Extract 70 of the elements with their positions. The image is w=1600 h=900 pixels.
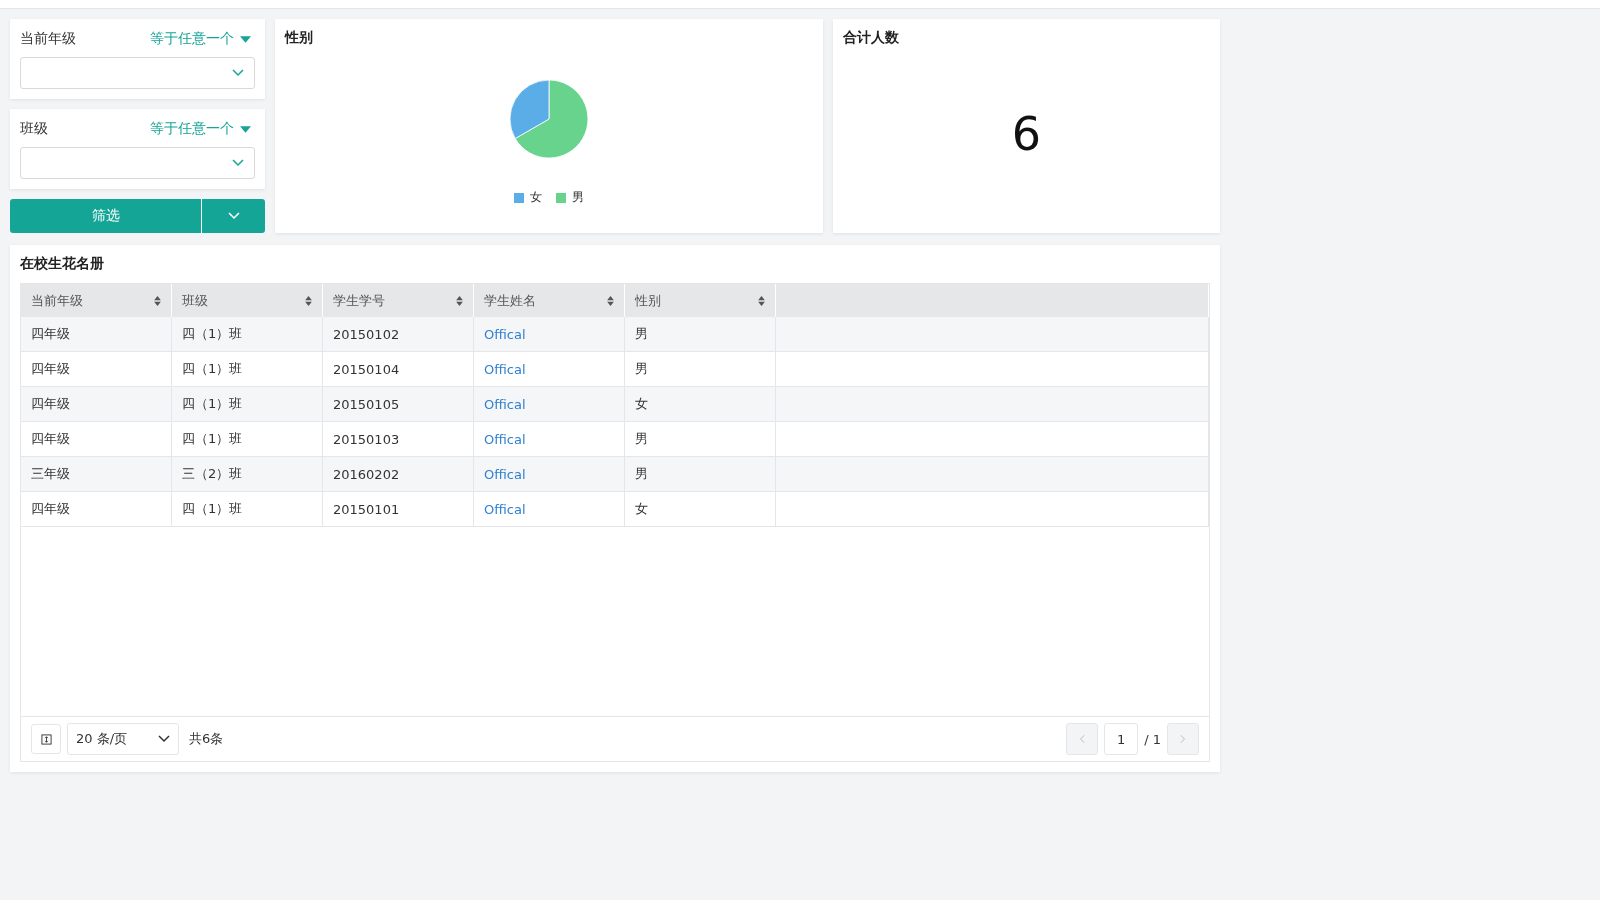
table-cell: 20150105 — [333, 396, 400, 412]
total-records: 共6条 — [189, 730, 224, 748]
legend-label: 女 — [530, 189, 542, 206]
dropdown-button[interactable] — [201, 199, 265, 233]
student-name-link[interactable]: Offical — [484, 501, 526, 517]
table-cell: 三年级 — [31, 466, 70, 481]
table-cell: 女 — [635, 396, 648, 411]
student-name-link[interactable]: Offical — [484, 431, 526, 447]
table-cell: 男 — [635, 326, 648, 341]
previous-page-button[interactable] — [1066, 723, 1099, 755]
table-cell: 四（1）班 — [182, 326, 243, 341]
sort-icon — [456, 295, 463, 306]
card-title: 合计人数 — [843, 29, 900, 47]
table-cell: 20150102 — [333, 326, 400, 342]
table-cell: 20150104 — [333, 361, 400, 377]
table-cell: 四（1）班 — [182, 396, 243, 411]
chart-title: 性别 — [285, 29, 313, 47]
page-size-select[interactable]: 20 条/页 — [67, 723, 179, 755]
column-header[interactable]: 性别 — [624, 284, 776, 317]
table-cell: 男 — [635, 361, 648, 376]
page-input[interactable]: 1 — [1104, 723, 1139, 755]
table-cell: 男 — [635, 466, 648, 481]
column-toggle-button[interactable] — [31, 724, 61, 754]
student-name-link[interactable]: Offical — [484, 326, 526, 342]
table-cell: 三（2）班 — [182, 466, 243, 481]
table-cell: 四年级 — [31, 361, 70, 376]
legend-label: 男 — [572, 189, 584, 206]
sort-icon — [154, 295, 161, 306]
next-page-button[interactable] — [1167, 723, 1199, 755]
table-title: 在校生花名册 — [20, 255, 105, 273]
sort-icon — [305, 295, 312, 306]
table-cell: 20160202 — [333, 466, 400, 482]
chevron-right-icon — [1180, 734, 1186, 744]
column-header[interactable]: 学生姓名 — [473, 284, 625, 317]
chevron-down-icon — [158, 735, 170, 743]
chevron-down-icon — [232, 159, 244, 167]
operator-dropdown[interactable]: 等于任意一个 — [150, 120, 255, 138]
select-field[interactable] — [20, 147, 255, 179]
select-field[interactable] — [20, 57, 255, 89]
student-name-link[interactable]: Offical — [484, 361, 526, 377]
operator-dropdown[interactable]: 等于任意一个 — [150, 30, 255, 48]
student-name-link[interactable]: Offical — [484, 396, 526, 412]
sort-icon — [758, 295, 765, 306]
filter-label: 当前年级 — [20, 30, 76, 48]
filter-label: 班级 — [20, 120, 48, 138]
column-header[interactable]: 学生学号 — [322, 284, 474, 317]
table-cell: 四（1）班 — [182, 361, 243, 376]
table-cell: 四年级 — [31, 326, 70, 341]
table-cell: 四年级 — [31, 431, 70, 446]
page-count: / 1 — [1144, 731, 1161, 747]
caret-down-icon — [240, 125, 251, 133]
chevron-down-icon — [227, 212, 240, 220]
table-cell: 四（1）班 — [182, 501, 243, 516]
column-header[interactable]: 班级 — [171, 284, 323, 317]
table-cell: 四（1）班 — [182, 431, 243, 446]
table-cell: 20150101 — [333, 501, 400, 517]
table-cell: 20150103 — [333, 431, 400, 447]
table-cell: 男 — [635, 431, 648, 446]
caret-down-icon — [240, 35, 251, 43]
table-cell: 女 — [635, 501, 648, 516]
column-header[interactable]: 当前年级 — [21, 284, 172, 317]
sort-icon — [607, 295, 614, 306]
student-name-link[interactable]: Offical — [484, 466, 526, 482]
chevron-left-icon — [1079, 734, 1086, 744]
column-height-icon — [40, 733, 52, 745]
chevron-down-icon — [232, 69, 244, 77]
table-cell: 四年级 — [31, 396, 70, 411]
table-cell: 四年级 — [31, 501, 70, 516]
total-count: 6 — [1011, 107, 1042, 161]
filter-button[interactable]: 筛选 — [10, 199, 201, 233]
